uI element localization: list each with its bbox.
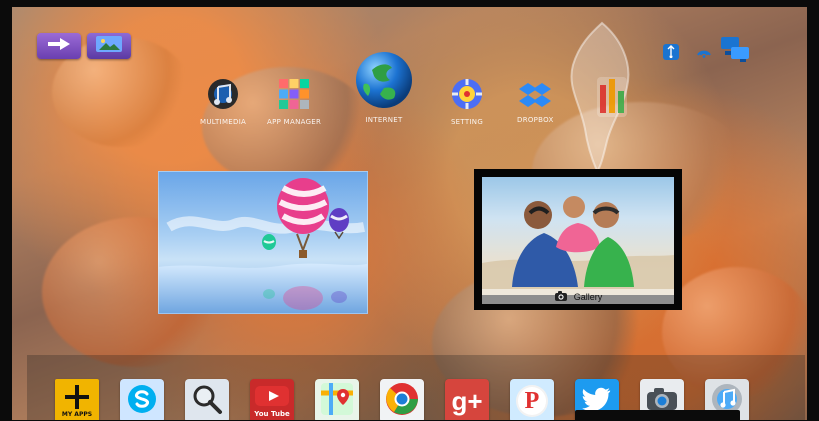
dock-item-chrome[interactable] <box>380 379 424 420</box>
home-screen: MULTIMEDIA APP MANAGER INTERNET SETTING … <box>12 7 807 420</box>
bottom-bezel-plate <box>575 410 740 420</box>
arrow-right-icon <box>46 36 72 56</box>
app-label: SETTING <box>450 118 484 126</box>
pinterest-icon: P <box>516 385 548 417</box>
usb-icon <box>662 43 680 65</box>
gallery-photo <box>482 177 674 295</box>
dropbox-icon <box>518 79 552 113</box>
youtube-icon <box>254 385 290 411</box>
dock-item-google-plus[interactable]: g+ <box>445 379 489 420</box>
water-splash <box>557 17 647 177</box>
wallpaper-button[interactable] <box>87 33 131 59</box>
app-label: MULTIMEDIA <box>200 118 247 126</box>
setting-app[interactable]: SETTING <box>450 77 484 126</box>
gallery-bar[interactable]: Gallery <box>482 289 674 304</box>
dock-item-label: P <box>524 388 540 414</box>
balloons-image <box>159 178 367 313</box>
skype-icon <box>125 382 159 420</box>
search-icon <box>190 382 224 420</box>
app-label: DROPBOX <box>517 116 554 124</box>
dropbox-app[interactable]: DROPBOX <box>517 79 554 124</box>
app-manager-app[interactable]: APP MANAGER <box>267 77 321 126</box>
dock-item-label: g+ <box>451 386 483 416</box>
camera-icon <box>554 290 568 304</box>
chrome-icon <box>384 381 420 420</box>
balloons-photo[interactable] <box>158 171 368 314</box>
globe-icon <box>354 50 414 114</box>
dock-item-label: MY APPS <box>61 410 93 418</box>
internet-app[interactable]: INTERNET <box>354 50 414 124</box>
plus-icon <box>63 384 91 413</box>
dock-item-my-apps[interactable]: MY APPS <box>55 379 99 420</box>
settings-icon <box>450 77 484 115</box>
gallery-widget[interactable]: Gallery <box>474 169 682 310</box>
app-manager-icon <box>277 77 311 115</box>
family-photo-image <box>482 196 674 295</box>
dock-item-skype[interactable] <box>120 379 164 420</box>
google-plus-icon: g+ <box>451 388 482 414</box>
gallery-label: Gallery <box>573 291 603 302</box>
multimedia-app[interactable]: MULTIMEDIA <box>200 77 246 126</box>
dock-item-search[interactable] <box>185 379 229 420</box>
dock-item-maps[interactable] <box>315 379 359 420</box>
app-label: APP MANAGER <box>267 118 322 126</box>
dock-item-label: You Tube <box>254 409 290 418</box>
app-label: INTERNET <box>365 116 403 124</box>
dock-item-pinterest[interactable]: P <box>510 379 554 420</box>
tv-frame: MULTIMEDIA APP MANAGER INTERNET SETTING … <box>0 0 819 421</box>
wifi-icon <box>695 43 713 65</box>
multimedia-icon <box>206 77 240 115</box>
next-button[interactable] <box>37 33 81 59</box>
dock-item-youtube[interactable]: You Tube <box>250 379 294 420</box>
maps-icon <box>319 381 355 420</box>
wallpaper-icon <box>95 35 123 57</box>
network-icon <box>717 33 753 69</box>
